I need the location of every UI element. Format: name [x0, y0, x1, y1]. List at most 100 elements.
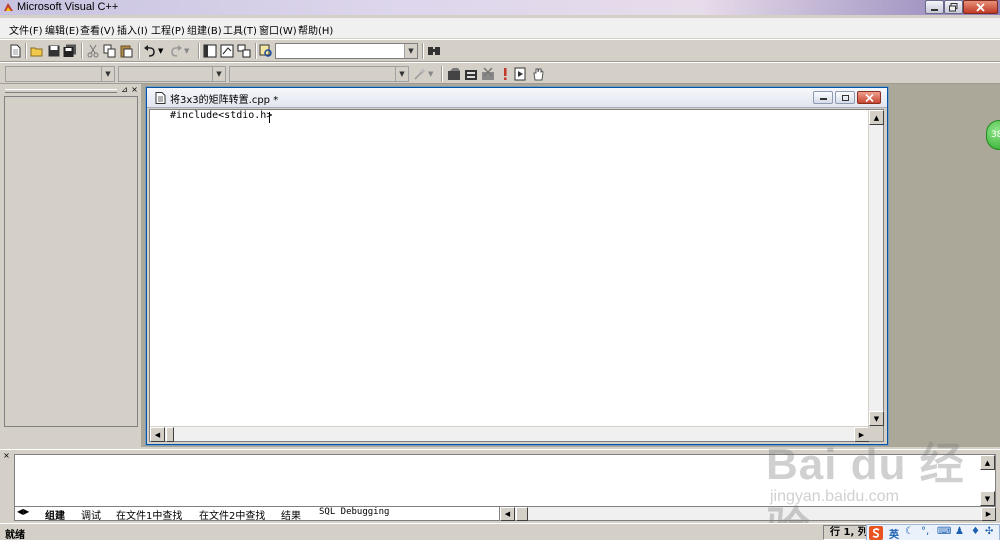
redo-dropdown-icon[interactable]: ▼ — [184, 47, 198, 61]
app-titlebar[interactable]: Microsoft Visual C++ — [0, 0, 1000, 15]
scroll-left-icon[interactable]: ◀ — [500, 507, 515, 521]
split-handle[interactable] — [166, 427, 174, 442]
pane-close-icon[interactable]: × — [130, 86, 139, 95]
save-icon[interactable] — [47, 44, 61, 58]
chevron-down-icon[interactable]: ▼ — [395, 67, 408, 81]
chevron-down-icon[interactable]: ▼ — [212, 67, 225, 81]
breakpoint-hand-icon[interactable] — [531, 67, 545, 81]
output-horizontal-scrollbar[interactable]: ◀ ▶ — [500, 507, 996, 521]
tab-sql-debugging[interactable]: SQL Debugging — [319, 507, 389, 517]
tab-build[interactable]: 组建 — [45, 507, 65, 522]
menu-view[interactable]: 查看(V) — [80, 22, 115, 37]
cpp-file-icon — [155, 92, 166, 104]
tab-scroll-left-icon[interactable]: ◀▶ — [17, 507, 29, 516]
scroll-right-icon[interactable]: ▶ — [854, 427, 869, 442]
output-grip[interactable]: × — [2, 452, 12, 518]
undo-icon[interactable] — [143, 44, 157, 58]
pane-close-icon[interactable]: × — [2, 452, 11, 461]
doc-restore-button[interactable] — [835, 91, 855, 104]
resize-grip-icon[interactable] — [868, 426, 883, 441]
tab-find-in-files-1[interactable]: 在文件1中查找 — [116, 507, 182, 522]
punctuation-icon[interactable]: °, — [921, 526, 929, 537]
doc-minimize-button[interactable] — [813, 91, 833, 104]
wizard-dropdown-icon[interactable]: ▼ — [428, 70, 442, 84]
menu-file[interactable]: 文件(F) — [9, 22, 43, 37]
minimize-icon — [931, 8, 938, 11]
menu-build[interactable]: 组建(B) — [187, 22, 222, 37]
scroll-left-icon[interactable]: ◀ — [150, 427, 165, 442]
menu-insert[interactable]: 插入(I) — [117, 22, 148, 37]
stop-build-icon[interactable] — [481, 67, 495, 81]
minimize-button[interactable] — [925, 0, 944, 14]
tab-results[interactable]: 结果 — [281, 507, 301, 522]
save-all-icon[interactable] — [63, 44, 77, 58]
ime-toolbar[interactable]: 英 ☾ °, ⌨ ♟ ♦ ✣ — [866, 524, 1000, 540]
workspace-tree[interactable] — [4, 96, 138, 427]
class-combo[interactable]: ▼ — [5, 66, 115, 82]
output-text-area[interactable]: ▲ ▼ — [14, 454, 996, 507]
find-in-files-icon[interactable] — [259, 44, 273, 58]
text-caret — [269, 112, 270, 123]
execute-icon[interactable] — [498, 67, 512, 81]
doc-close-button[interactable] — [857, 91, 881, 104]
filter-combo[interactable]: ▼ — [118, 66, 226, 82]
tab-find-in-files-2[interactable]: 在文件2中查找 — [199, 507, 265, 522]
scroll-thumb[interactable] — [516, 507, 528, 521]
toolbar-separator — [422, 43, 424, 59]
tools-icon[interactable]: ✣ — [985, 526, 993, 537]
ime-language[interactable]: 英 — [889, 526, 899, 540]
menu-edit[interactable]: 编辑(E) — [45, 22, 79, 37]
horizontal-scrollbar[interactable]: ◀ ▶ — [150, 426, 869, 442]
shirt-icon[interactable]: ♦ — [971, 526, 980, 537]
moon-icon[interactable]: ☾ — [905, 526, 914, 537]
chevron-down-icon[interactable]: ▼ — [101, 67, 114, 81]
copy-icon[interactable] — [103, 44, 117, 58]
scroll-up-icon[interactable]: ▲ — [980, 455, 995, 470]
menu-help[interactable]: 帮助(H) — [298, 22, 333, 37]
build-icon[interactable] — [464, 67, 478, 81]
document-window[interactable]: 将3x3的矩阵转置.cpp * #include<stdio.h> ▲ ▼ ◀ … — [146, 87, 888, 445]
restore-icon — [841, 94, 849, 101]
menu-project[interactable]: 工程(P) — [151, 22, 185, 37]
open-folder-icon[interactable] — [30, 44, 44, 58]
cut-icon[interactable] — [86, 44, 100, 58]
scroll-up-icon[interactable]: ▲ — [869, 110, 884, 125]
compile-icon[interactable] — [447, 67, 461, 81]
close-icon — [864, 93, 874, 102]
menu-window[interactable]: 窗口(W) — [259, 22, 297, 37]
workspace-pane[interactable]: ⊿ × — [3, 86, 139, 429]
scroll-down-icon[interactable]: ▼ — [980, 491, 995, 506]
document-titlebar[interactable]: 将3x3的矩阵转置.cpp * — [147, 88, 887, 108]
standard-toolbar: ▼ ▼ ▼ — [0, 39, 1000, 62]
find-icon[interactable] — [427, 44, 441, 58]
chevron-down-icon[interactable]: ▼ — [404, 44, 417, 58]
paste-icon[interactable] — [119, 44, 133, 58]
output-toggle-icon[interactable] — [220, 44, 234, 58]
menu-tools[interactable]: 工具(T) — [223, 22, 257, 37]
toolbar-separator — [81, 43, 83, 59]
new-file-icon[interactable] — [8, 44, 22, 58]
user-icon[interactable]: ♟ — [955, 526, 964, 537]
redo-icon[interactable] — [169, 44, 183, 58]
scroll-down-icon[interactable]: ▼ — [869, 411, 884, 426]
close-button[interactable] — [963, 0, 998, 14]
find-combo[interactable]: ▼ — [275, 43, 418, 59]
pane-restore-icon[interactable]: ⊿ — [120, 86, 129, 95]
output-pane[interactable]: × ▲ ▼ ◀▶ 组建 调试 在文件1中查找 在文件2中查找 结果 SQL De… — [0, 449, 1000, 522]
code-editor[interactable]: #include<stdio.h> ▲ ▼ ◀ ▶ — [149, 109, 884, 442]
workspace-grip[interactable] — [5, 89, 117, 93]
window-list-icon[interactable] — [237, 44, 251, 58]
scroll-right-icon[interactable]: ▶ — [981, 507, 996, 521]
code-line[interactable]: #include<stdio.h> — [170, 110, 272, 121]
tab-debug[interactable]: 调试 — [81, 507, 101, 522]
workspace-toggle-icon[interactable] — [203, 44, 217, 58]
minimize-icon — [819, 98, 827, 100]
restore-button[interactable] — [944, 0, 963, 14]
members-combo[interactable]: ▼ — [229, 66, 409, 82]
vertical-scrollbar[interactable]: ▲ ▼ — [868, 110, 884, 426]
cursor-position: 行 1, 列 18 — [823, 525, 871, 540]
keyboard-icon[interactable]: ⌨ — [937, 526, 951, 537]
go-debug-icon[interactable] — [514, 67, 528, 81]
wizard-wand-icon[interactable] — [413, 67, 427, 81]
sogou-ime-icon[interactable] — [869, 526, 883, 540]
